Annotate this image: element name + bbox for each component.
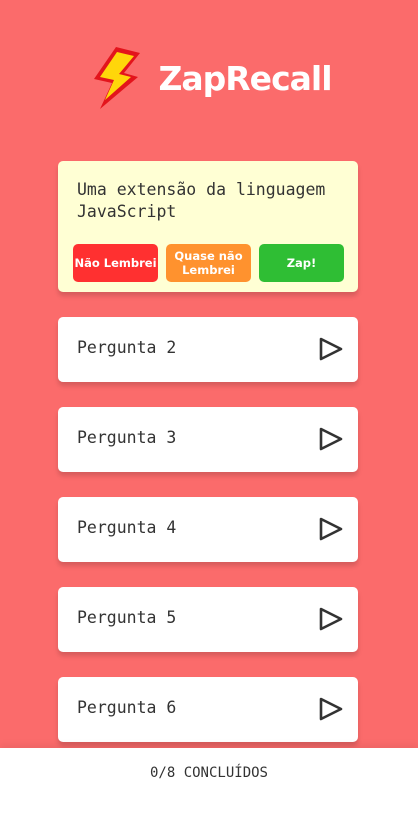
progress-counter: 0/8 CONCLUÍDOS [149, 765, 268, 781]
play-icon[interactable] [318, 696, 344, 722]
flashcard-closed[interactable]: Pergunta 3 [58, 407, 358, 472]
play-icon[interactable] [318, 516, 344, 542]
not-remembered-button[interactable]: Não Lembrei [73, 244, 158, 282]
card-label: Pergunta 4 [77, 518, 177, 537]
flashcard-closed[interactable]: Pergunta 4 [58, 497, 358, 562]
card-question: Uma extensão da linguagem JavaScript [77, 180, 326, 221]
card-label: Pergunta 2 [77, 338, 177, 357]
flashcard-open: Uma extensão da linguagem JavaScript Não… [58, 161, 358, 292]
app-title: ZapRecall [158, 58, 332, 98]
card-label: Pergunta 5 [77, 608, 177, 627]
flashcard-closed[interactable]: Pergunta 2 [58, 317, 358, 382]
flashcard-closed[interactable]: Pergunta 5 [58, 587, 358, 652]
flashcard-list: Uma extensão da linguagem JavaScript Não… [58, 161, 358, 742]
footer-bar: 0/8 CONCLUÍDOS [0, 748, 418, 817]
play-icon[interactable] [318, 606, 344, 632]
zap-button[interactable]: Zap! [259, 244, 344, 282]
play-icon[interactable] [318, 426, 344, 452]
app-header: ZapRecall [0, 42, 418, 114]
flashcard-closed[interactable]: Pergunta 6 [58, 677, 358, 742]
almost-remembered-button[interactable]: Quase não Lembrei [166, 244, 251, 282]
card-label: Pergunta 6 [77, 698, 177, 717]
play-icon[interactable] [318, 336, 344, 362]
answer-buttons: Não Lembrei Quase não Lembrei Zap! [73, 244, 344, 282]
lightning-bolt-icon [94, 47, 141, 109]
card-label: Pergunta 3 [77, 428, 177, 447]
